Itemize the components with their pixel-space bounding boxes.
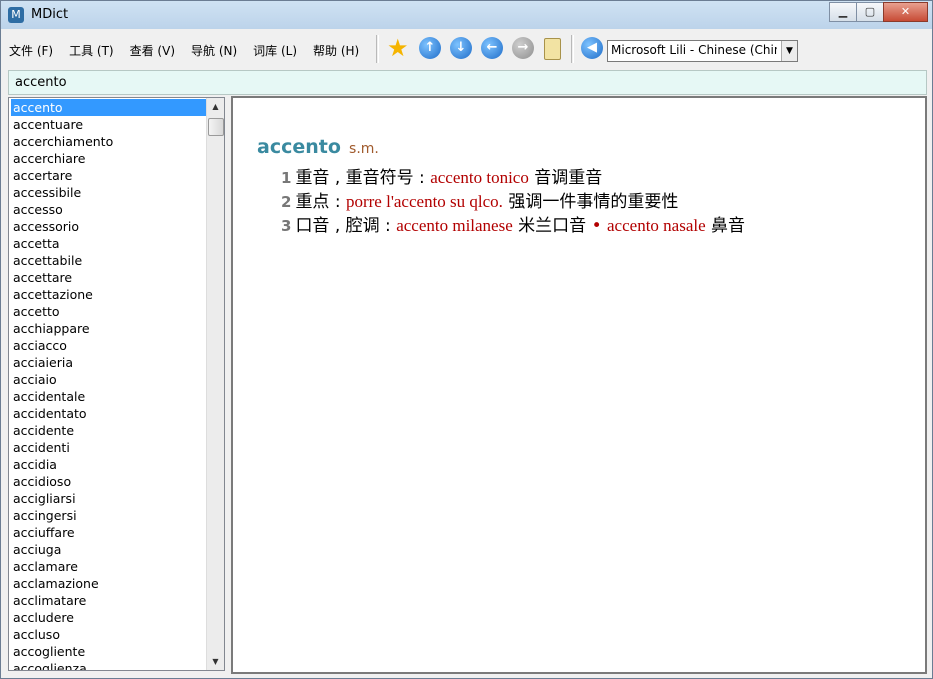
sense-item: 2 重点 : porre l'accento su qlco. 强调一件事情的重要… xyxy=(281,190,745,214)
entry-header: accento s.m. xyxy=(257,136,379,158)
list-item[interactable]: accidentato xyxy=(11,405,206,422)
definition-pane: accento s.m. 1 重音 , 重音符号 : accento tonico… xyxy=(231,96,927,674)
list-item[interactable]: accidioso xyxy=(11,473,206,490)
list-item[interactable]: accidenti xyxy=(11,439,206,456)
list-item[interactable]: accettazione xyxy=(11,286,206,303)
list-item[interactable]: accessorio xyxy=(11,218,206,235)
list-item[interactable]: accoglienza xyxy=(11,660,206,670)
menu-library[interactable]: 词库 (L) xyxy=(253,42,297,59)
toolbar: 文件 (F) 工具 (T) 查看 (V) 导航 (N) 词库 (L) 帮助 (H… xyxy=(1,31,932,67)
list-item[interactable]: accertare xyxy=(11,167,206,184)
list-item[interactable]: accigliarsi xyxy=(11,490,206,507)
menu-file[interactable]: 文件 (F) xyxy=(9,42,53,59)
list-item[interactable]: accingersi xyxy=(11,507,206,524)
down-arrow-icon[interactable]: ↓ xyxy=(450,37,472,59)
example-translation: 强调一件事情的重要性 xyxy=(502,192,679,212)
word-list-scrollbar[interactable]: ▲ ▼ xyxy=(206,98,224,670)
list-item[interactable]: acciuga xyxy=(11,541,206,558)
list-item[interactable]: accetto xyxy=(11,303,206,320)
list-item[interactable]: acclimatare xyxy=(11,592,206,609)
list-item[interactable]: accidia xyxy=(11,456,206,473)
sense-item: 1 重音 , 重音符号 : accento tonico 音调重音 xyxy=(281,166,745,190)
speaker-icon[interactable]: ◀ xyxy=(581,37,603,59)
up-arrow-icon[interactable]: ↑ xyxy=(419,37,441,59)
chevron-down-icon[interactable]: ▼ xyxy=(781,41,797,61)
search-box[interactable] xyxy=(8,70,927,95)
headword: accento xyxy=(257,136,341,158)
list-item[interactable]: accento xyxy=(11,99,206,116)
list-item[interactable]: acciaieria xyxy=(11,354,206,371)
favorite-star-icon[interactable]: ★ xyxy=(387,36,409,60)
sense-number: 2 xyxy=(281,193,292,211)
list-item[interactable]: accettare xyxy=(11,269,206,286)
example-phrase: accento milanese xyxy=(396,216,513,235)
scroll-up-icon[interactable]: ▲ xyxy=(207,98,224,115)
list-item[interactable]: accetta xyxy=(11,235,206,252)
list-item[interactable]: accentuare xyxy=(11,116,206,133)
list-item[interactable]: acclamazione xyxy=(11,575,206,592)
word-list: accento accentuare accerchiamento accerchia… xyxy=(8,97,225,671)
title-bar: M MDict ▁ ▢ ✕ xyxy=(1,1,932,29)
voice-select-value: Microsoft Lili - Chinese (China) xyxy=(611,43,777,57)
example-translation: 音调重音 xyxy=(528,168,603,188)
list-item[interactable]: accerchiare xyxy=(11,150,206,167)
sense-number: 3 xyxy=(281,217,292,235)
example-phrase: accento nasale xyxy=(607,216,706,235)
list-item[interactable]: acciuffare xyxy=(11,524,206,541)
app-window: M MDict ▁ ▢ ✕ 文件 (F) 工具 (T) 查看 (V) 导航 (N… xyxy=(0,0,933,679)
example-separator: • xyxy=(586,216,608,236)
list-item[interactable]: accogliente xyxy=(11,643,206,660)
list-item[interactable]: acciacco xyxy=(11,337,206,354)
clipboard-icon[interactable] xyxy=(544,38,561,60)
menu-help[interactable]: 帮助 (H) xyxy=(313,42,359,59)
part-of-speech: s.m. xyxy=(349,141,379,157)
forward-arrow-icon[interactable]: → xyxy=(512,37,534,59)
example-translation: 鼻音 xyxy=(705,216,746,236)
sense-definition: 口音 , 腔调 : xyxy=(295,216,397,236)
menu-view[interactable]: 查看 (V) xyxy=(130,42,175,59)
list-item[interactable]: accidente xyxy=(11,422,206,439)
list-item[interactable]: accludere xyxy=(11,609,206,626)
voice-select[interactable]: Microsoft Lili - Chinese (China) ▼ xyxy=(607,40,798,62)
example-translation: 米兰口音 xyxy=(512,216,587,236)
toolbar-separator xyxy=(571,35,574,63)
word-list-items: accento accentuare accerchiamento accerchia… xyxy=(11,99,206,670)
list-item[interactable]: accerchiamento xyxy=(11,133,206,150)
list-item[interactable]: accluso xyxy=(11,626,206,643)
menu-tools[interactable]: 工具 (T) xyxy=(69,42,114,59)
list-item[interactable]: accessibile xyxy=(11,184,206,201)
example-phrase: accento tonico xyxy=(430,168,529,187)
window-title: MDict xyxy=(31,7,69,22)
minimize-button[interactable]: ▁ xyxy=(829,2,857,22)
list-item[interactable]: accesso xyxy=(11,201,206,218)
close-button[interactable]: ✕ xyxy=(883,2,928,22)
app-logo-icon: M xyxy=(8,7,24,23)
sense-definition: 重点 : xyxy=(295,192,346,212)
window-controls: ▁ ▢ ✕ xyxy=(829,2,928,22)
list-item[interactable]: accettabile xyxy=(11,252,206,269)
menu-bar: 文件 (F) 工具 (T) 查看 (V) 导航 (N) 词库 (L) 帮助 (H… xyxy=(9,42,375,59)
list-item[interactable]: acclamare xyxy=(11,558,206,575)
search-input[interactable] xyxy=(13,74,897,91)
scroll-down-icon[interactable]: ▼ xyxy=(207,653,224,670)
sense-item: 3 口音 , 腔调 : accento milanese 米兰口音 • accen… xyxy=(281,214,745,238)
list-item[interactable]: acciaio xyxy=(11,371,206,388)
sense-list: 1 重音 , 重音符号 : accento tonico 音调重音 2 重点 : p… xyxy=(281,166,745,238)
sense-definition: 重音 , 重音符号 : xyxy=(295,168,431,188)
scroll-thumb[interactable] xyxy=(208,118,224,136)
toolbar-separator xyxy=(376,35,379,63)
sense-number: 1 xyxy=(281,169,292,187)
back-arrow-icon[interactable]: ← xyxy=(481,37,503,59)
list-item[interactable]: accidentale xyxy=(11,388,206,405)
maximize-button[interactable]: ▢ xyxy=(856,2,884,22)
list-item[interactable]: acchiappare xyxy=(11,320,206,337)
menu-navigate[interactable]: 导航 (N) xyxy=(191,42,237,59)
example-phrase: porre l'accento su qlco. xyxy=(345,192,503,211)
